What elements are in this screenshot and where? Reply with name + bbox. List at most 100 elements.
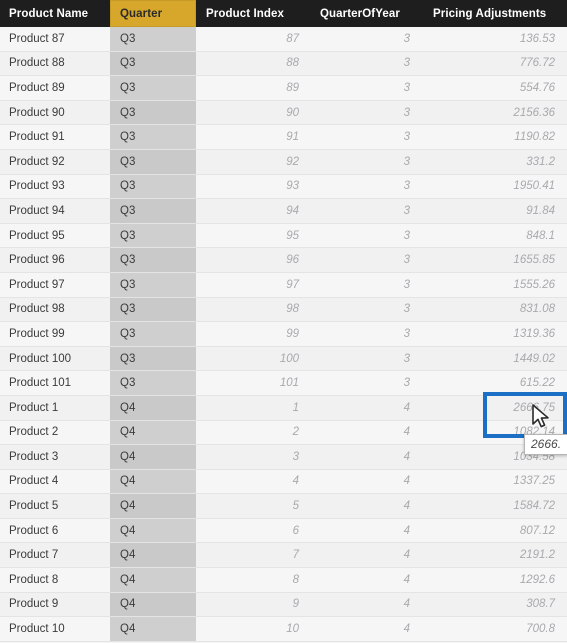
cell-quarter[interactable]: Q3 xyxy=(110,223,196,248)
cell-pricing_adjustments[interactable]: 700.8 xyxy=(423,617,567,641)
table-row[interactable]: Product 6 Q4 6 4 807.12 xyxy=(0,518,567,544)
cell-quarter_of_year[interactable]: 4 xyxy=(311,543,423,567)
cell-quarter[interactable]: Q4 xyxy=(110,568,196,592)
cell-product_name[interactable]: Product 87 xyxy=(0,27,110,51)
cell-quarter[interactable]: Q4 xyxy=(110,445,196,469)
cell-product_index[interactable]: 90 xyxy=(196,101,311,125)
cell-product_index[interactable]: 91 xyxy=(196,125,311,149)
cell-pricing_adjustments[interactable]: 2666.75 xyxy=(423,396,567,420)
cell-pricing_adjustments[interactable]: 1319.36 xyxy=(423,322,567,346)
table-row[interactable]: Product 94 Q3 94 3 91.84 xyxy=(0,199,567,224)
table-row[interactable]: Product 92 Q3 92 3 331.2 xyxy=(0,149,567,175)
cell-quarter[interactable]: Q3 xyxy=(110,27,196,51)
cell-quarter_of_year[interactable]: 4 xyxy=(311,470,423,494)
cell-quarter[interactable]: Q3 xyxy=(110,297,196,322)
cell-pricing_adjustments[interactable]: 2191.2 xyxy=(423,543,567,567)
cell-pricing_adjustments[interactable]: 807.12 xyxy=(423,519,567,543)
cell-quarter_of_year[interactable]: 3 xyxy=(311,298,423,322)
cell-pricing_adjustments[interactable]: 1584.72 xyxy=(423,494,567,518)
cell-product_index[interactable]: 9 xyxy=(196,593,311,617)
table-row[interactable]: Product 88 Q3 88 3 776.72 xyxy=(0,51,567,77)
cell-product_index[interactable]: 93 xyxy=(196,175,311,199)
cell-product_name[interactable]: Product 96 xyxy=(0,248,110,272)
cell-quarter[interactable]: Q3 xyxy=(110,174,196,199)
table-row[interactable]: Product 5 Q4 5 4 1584.72 xyxy=(0,494,567,519)
cell-product_index[interactable]: 95 xyxy=(196,224,311,248)
table-row[interactable]: Product 99 Q3 99 3 1319.36 xyxy=(0,322,567,347)
cell-quarter[interactable]: Q4 xyxy=(110,469,196,494)
cell-quarter[interactable]: Q3 xyxy=(110,51,196,76)
cell-quarter_of_year[interactable]: 3 xyxy=(311,322,423,346)
cell-product_name[interactable]: Product 88 xyxy=(0,52,110,76)
cell-pricing_adjustments[interactable]: 308.7 xyxy=(423,593,567,617)
cell-product_index[interactable]: 2 xyxy=(196,421,311,445)
cell-product_name[interactable]: Product 89 xyxy=(0,76,110,100)
cell-quarter_of_year[interactable]: 3 xyxy=(311,27,423,51)
cell-quarter_of_year[interactable]: 3 xyxy=(311,371,423,395)
cell-product_name[interactable]: Product 98 xyxy=(0,298,110,322)
table-row[interactable]: Product 8 Q4 8 4 1292.6 xyxy=(0,568,567,593)
cell-pricing_adjustments[interactable]: 1555.26 xyxy=(423,273,567,297)
cell-product_index[interactable]: 8 xyxy=(196,568,311,592)
column-header-product-name[interactable]: Product Name xyxy=(0,0,110,27)
cell-pricing_adjustments[interactable]: 615.22 xyxy=(423,371,567,395)
cell-quarter[interactable]: Q4 xyxy=(110,518,196,543)
cell-quarter_of_year[interactable]: 3 xyxy=(311,273,423,297)
table-row[interactable]: Product 9 Q4 9 4 308.7 xyxy=(0,592,567,618)
cell-pricing_adjustments[interactable]: 136.53 xyxy=(423,27,567,51)
cell-product_name[interactable]: Product 90 xyxy=(0,101,110,125)
cell-product_index[interactable]: 1 xyxy=(196,396,311,420)
cell-product_index[interactable]: 98 xyxy=(196,298,311,322)
cell-product_name[interactable]: Product 97 xyxy=(0,273,110,297)
cell-product_name[interactable]: Product 5 xyxy=(0,494,110,518)
cell-product_name[interactable]: Product 7 xyxy=(0,543,110,567)
cell-product_index[interactable]: 89 xyxy=(196,76,311,100)
cell-quarter_of_year[interactable]: 3 xyxy=(311,101,423,125)
cell-quarter_of_year[interactable]: 4 xyxy=(311,617,423,641)
cell-product_name[interactable]: Product 101 xyxy=(0,371,110,395)
cell-quarter_of_year[interactable]: 4 xyxy=(311,519,423,543)
data-table[interactable]: Product Name Quarter Product Index Quart… xyxy=(0,0,567,643)
cell-pricing_adjustments[interactable]: 554.76 xyxy=(423,76,567,100)
cell-quarter_of_year[interactable]: 3 xyxy=(311,76,423,100)
cell-pricing_adjustments[interactable]: 1655.85 xyxy=(423,248,567,272)
cell-pricing_adjustments[interactable]: 1950.41 xyxy=(423,175,567,199)
cell-product_index[interactable]: 4 xyxy=(196,470,311,494)
cell-quarter[interactable]: Q3 xyxy=(110,322,196,346)
table-row[interactable]: Product 95 Q3 95 3 848.1 xyxy=(0,223,567,249)
cell-product_name[interactable]: Product 3 xyxy=(0,445,110,469)
cell-product_name[interactable]: Product 2 xyxy=(0,421,110,445)
cell-quarter[interactable]: Q4 xyxy=(110,395,196,420)
cell-product_index[interactable]: 7 xyxy=(196,543,311,567)
cell-quarter_of_year[interactable]: 4 xyxy=(311,445,423,469)
cell-product_index[interactable]: 99 xyxy=(196,322,311,346)
column-header-pricing-adjustments[interactable]: Pricing Adjustments xyxy=(423,0,567,27)
cell-product_name[interactable]: Product 99 xyxy=(0,322,110,346)
cell-product_index[interactable]: 5 xyxy=(196,494,311,518)
table-row[interactable]: Product 100 Q3 100 3 1449.02 xyxy=(0,346,567,372)
cell-product_name[interactable]: Product 9 xyxy=(0,593,110,617)
cell-quarter[interactable]: Q4 xyxy=(110,494,196,518)
cell-quarter[interactable]: Q4 xyxy=(110,420,196,445)
cell-quarter_of_year[interactable]: 4 xyxy=(311,494,423,518)
cell-product_index[interactable]: 97 xyxy=(196,273,311,297)
cell-product_name[interactable]: Product 6 xyxy=(0,519,110,543)
cell-quarter[interactable]: Q3 xyxy=(110,272,196,297)
cell-product_name[interactable]: Product 91 xyxy=(0,125,110,149)
table-row[interactable]: Product 4 Q4 4 4 1337.25 xyxy=(0,469,567,495)
cell-product_name[interactable]: Product 95 xyxy=(0,224,110,248)
cell-quarter[interactable]: Q4 xyxy=(110,617,196,641)
cell-product_index[interactable]: 92 xyxy=(196,150,311,174)
cell-quarter[interactable]: Q4 xyxy=(110,543,196,568)
cell-quarter_of_year[interactable]: 3 xyxy=(311,248,423,272)
cell-quarter[interactable]: Q4 xyxy=(110,592,196,617)
cell-product_index[interactable]: 101 xyxy=(196,371,311,395)
cell-quarter[interactable]: Q3 xyxy=(110,100,196,125)
cell-product_name[interactable]: Product 94 xyxy=(0,199,110,223)
cell-product_name[interactable]: Product 92 xyxy=(0,150,110,174)
cell-quarter_of_year[interactable]: 3 xyxy=(311,175,423,199)
table-row[interactable]: Product 89 Q3 89 3 554.76 xyxy=(0,76,567,101)
table-row[interactable]: Product 97 Q3 97 3 1555.26 xyxy=(0,272,567,298)
table-row[interactable]: Product 96 Q3 96 3 1655.85 xyxy=(0,248,567,273)
cell-product_index[interactable]: 6 xyxy=(196,519,311,543)
